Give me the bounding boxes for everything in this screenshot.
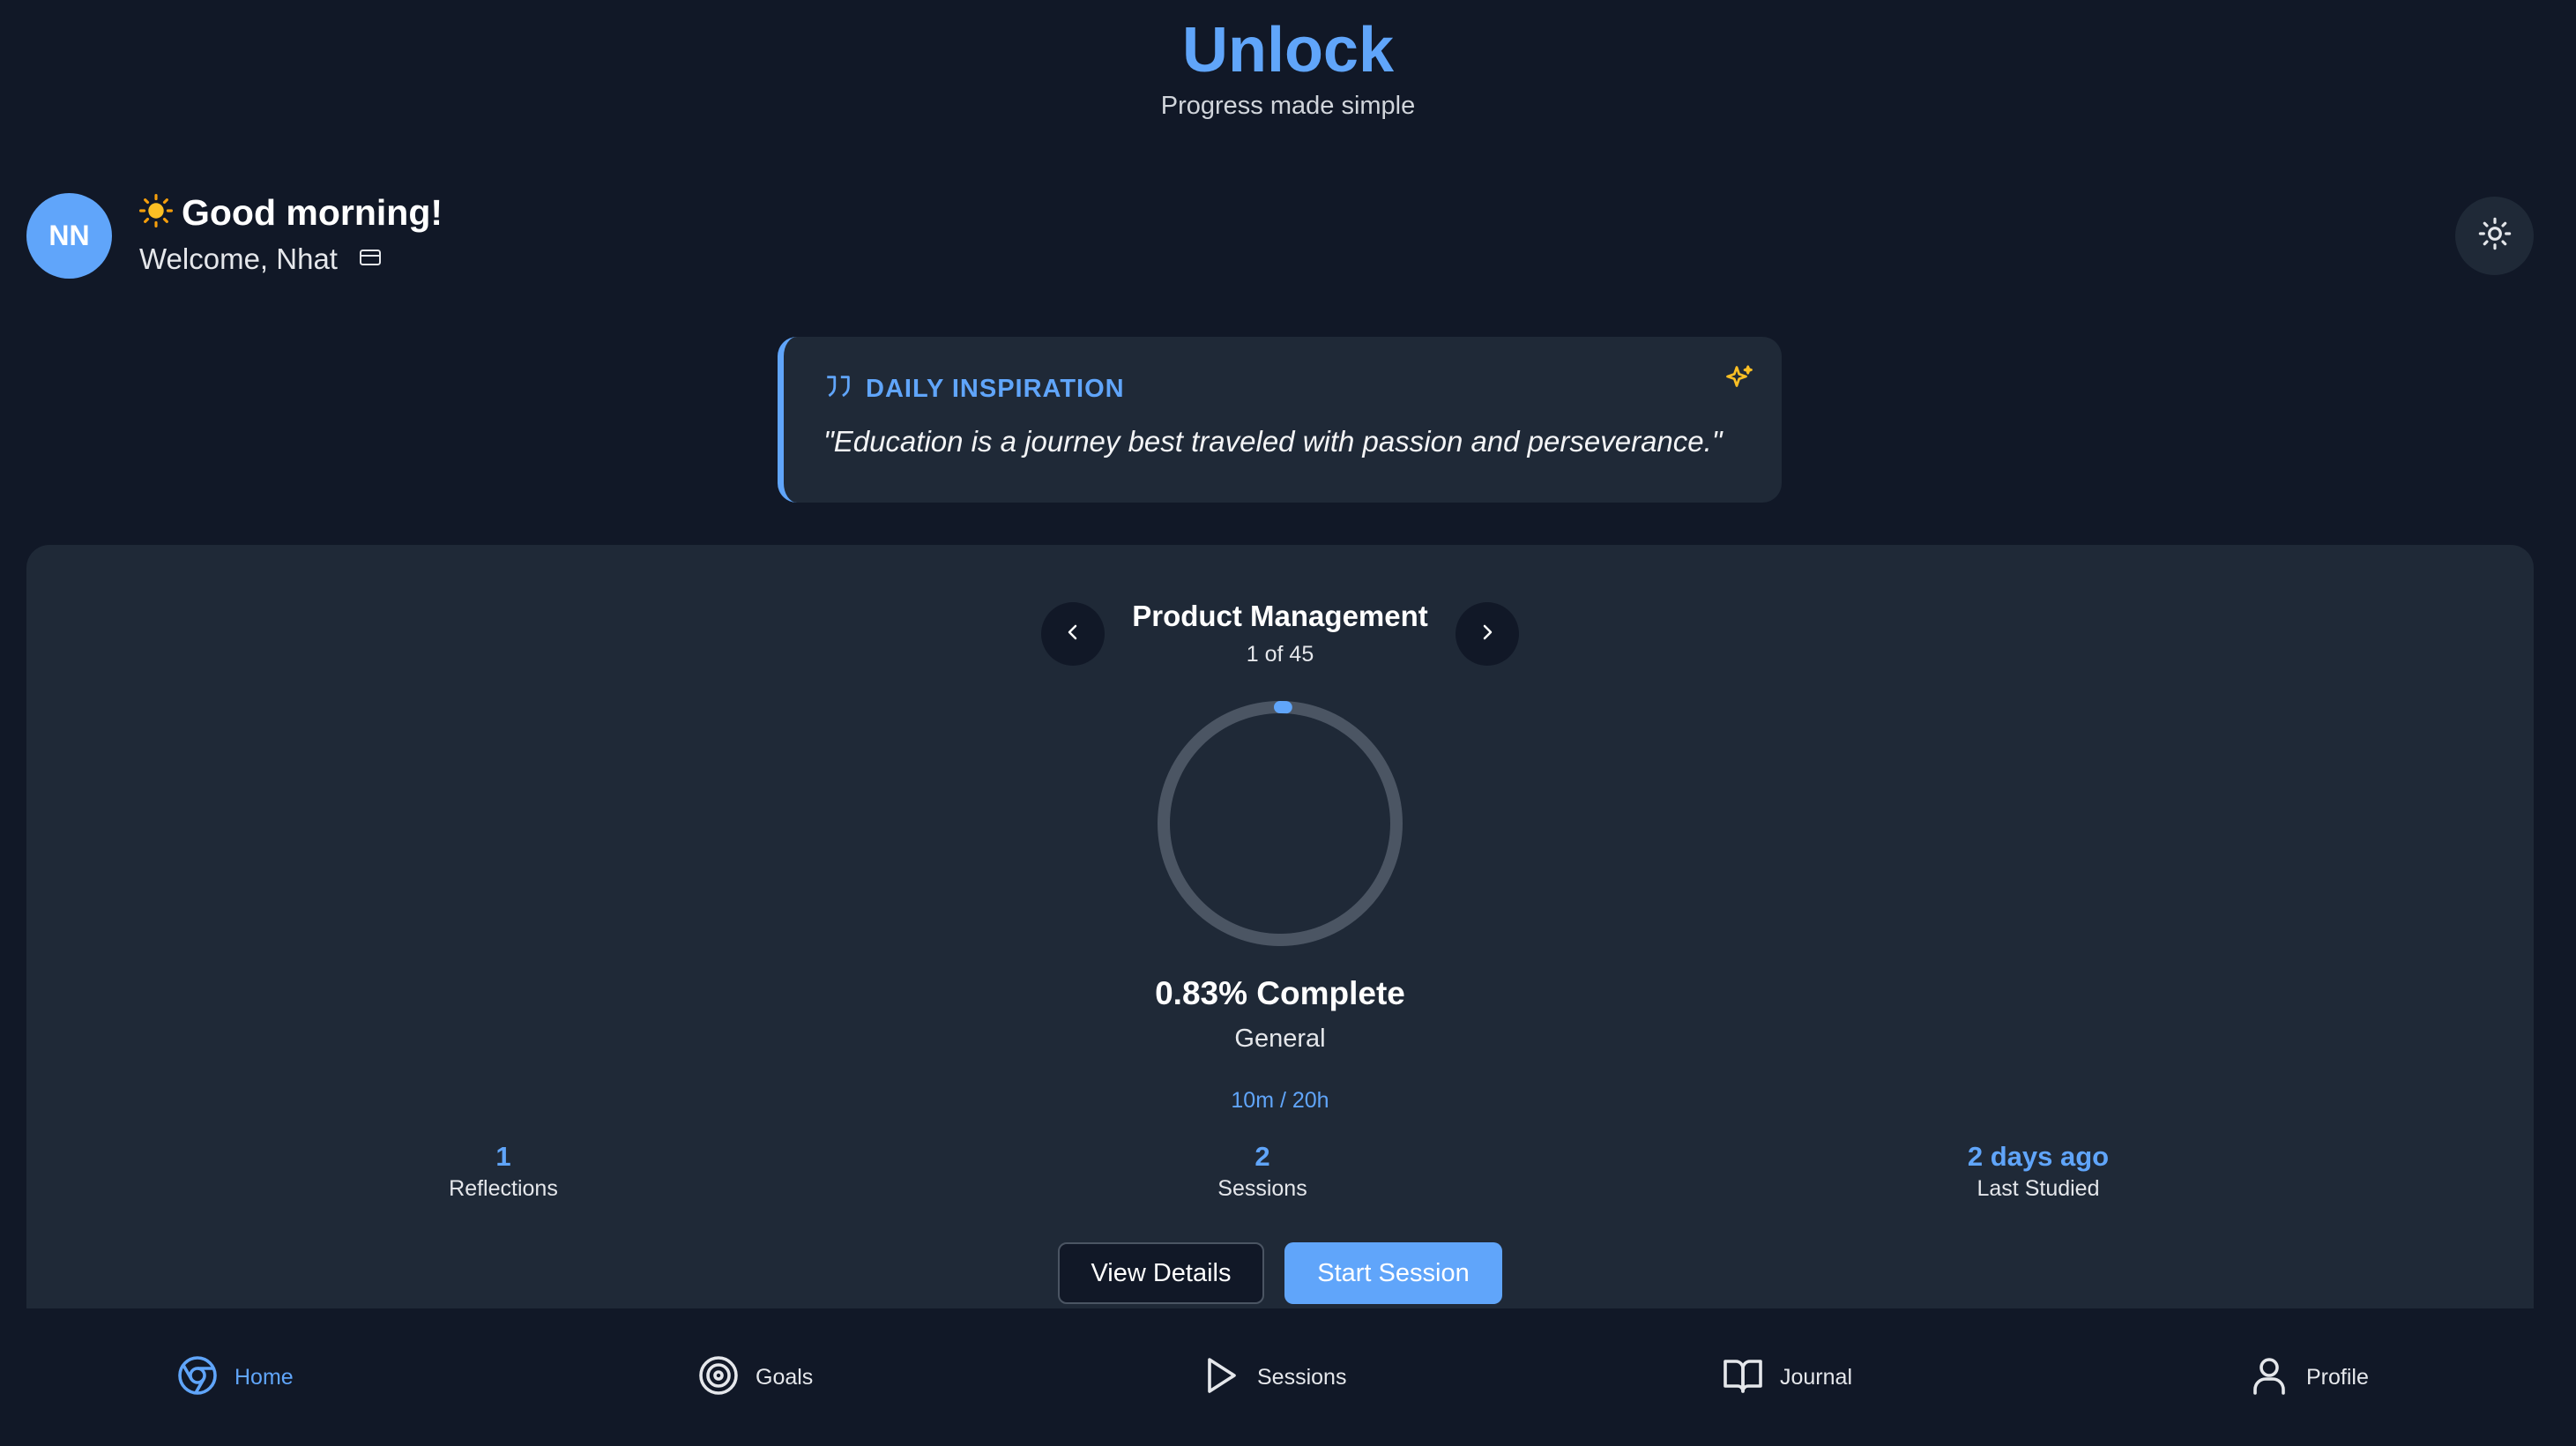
view-details-button[interactable]: View Details [1058, 1242, 1264, 1304]
course-time: 10m / 20h [1231, 1088, 1329, 1113]
card-icon[interactable] [359, 248, 382, 272]
nav-label-journal: Journal [1780, 1364, 1852, 1390]
course-title: Product Management [1132, 600, 1428, 632]
nav-label-goals: Goals [756, 1364, 814, 1390]
book-icon [1722, 1354, 1764, 1401]
inspiration-header: DAILY INSPIRATION [823, 372, 1125, 406]
stat-last-studied: 2 days ago Last Studied [1862, 1141, 2215, 1204]
nav-label-profile: Profile [2306, 1364, 2369, 1390]
progress-ring [1158, 701, 1403, 946]
greeting-text: Good morning! [182, 192, 443, 233]
home-icon [176, 1354, 219, 1401]
welcome: Welcome, Nhat [139, 242, 382, 276]
play-icon [1199, 1354, 1241, 1401]
progress-ring-track [1158, 701, 1403, 946]
greeting: Good morning! [139, 192, 443, 234]
app-subtitle: Progress made simple [1160, 92, 1416, 120]
quote-icon [823, 372, 853, 406]
course-category: General [1234, 1025, 1326, 1053]
stat-reflections: 1 Reflections [327, 1141, 680, 1204]
stat-label: Last Studied [1977, 1176, 2100, 1201]
target-icon [697, 1354, 740, 1401]
avatar[interactable]: NN [26, 193, 112, 279]
nav-item-journal[interactable]: Journal [1722, 1308, 1852, 1446]
chevron-right-icon [1477, 622, 1498, 647]
user-icon [2248, 1354, 2290, 1401]
bottom-nav: Home Goals Sessions Journal Profile [0, 1308, 2576, 1446]
nav-label-sessions: Sessions [1257, 1364, 1347, 1390]
nav-item-profile[interactable]: Profile [2248, 1308, 2369, 1446]
nav-item-sessions[interactable]: Sessions [1199, 1308, 1346, 1446]
sparkles-icon [1724, 363, 1755, 399]
nav-item-goals[interactable]: Goals [697, 1308, 813, 1446]
stat-sessions: 2 Sessions [1086, 1141, 1439, 1204]
nav-label-home: Home [235, 1364, 294, 1390]
app-title: Unlock [1181, 15, 1395, 86]
sun-icon [139, 194, 173, 232]
nav-item-home[interactable]: Home [176, 1308, 294, 1446]
progress-percent: 0.83% Complete [1155, 975, 1405, 1011]
stat-value: 2 days ago [1967, 1141, 2110, 1172]
course-position: 1 of 45 [1246, 642, 1314, 667]
stat-value: 2 [1254, 1141, 1270, 1172]
stat-label: Sessions [1217, 1176, 1307, 1201]
theme-toggle-button[interactable] [2455, 197, 2534, 275]
welcome-text: Welcome, Nhat [139, 242, 338, 275]
inspiration-label: DAILY INSPIRATION [866, 375, 1125, 403]
next-course-button[interactable] [1456, 602, 1519, 666]
stat-value: 1 [495, 1141, 511, 1172]
start-session-button[interactable]: Start Session [1284, 1242, 1502, 1304]
sun-outline-icon [2478, 217, 2512, 255]
daily-inspiration-card: DAILY INSPIRATION "Education is a journe… [778, 337, 1782, 503]
inspiration-quote: "Education is a journey best traveled wi… [823, 425, 1723, 458]
stat-label: Reflections [449, 1176, 558, 1201]
